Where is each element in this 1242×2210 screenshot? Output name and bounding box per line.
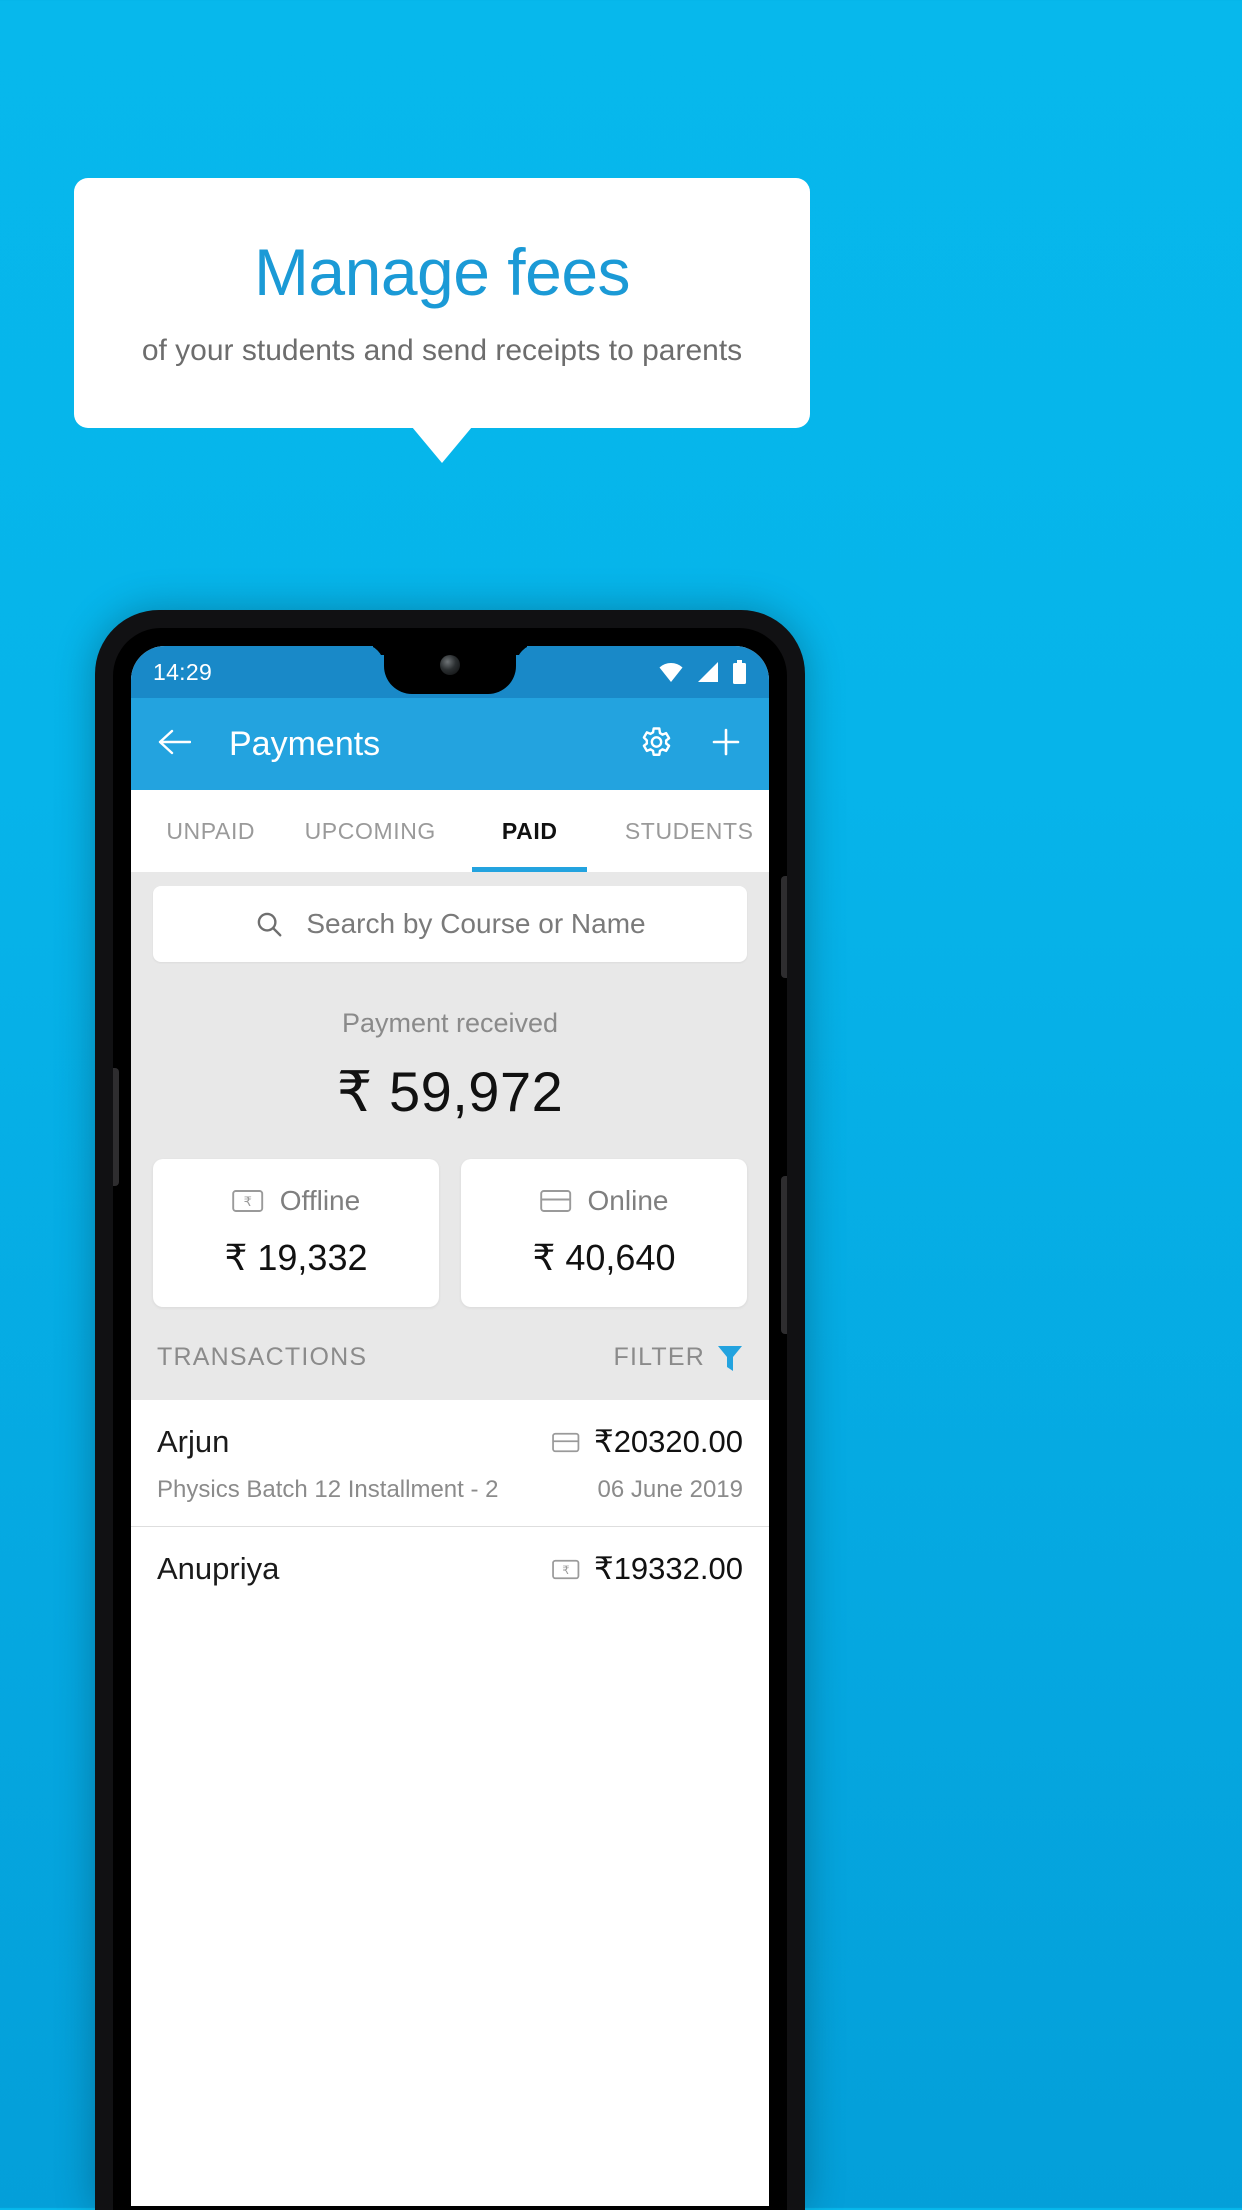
payment-summary: Payment received ₹ 59,972 bbox=[131, 962, 769, 1131]
payment-mode-cards: ₹ Offline ₹ 19,332 Online ₹ 40,640 bbox=[131, 1131, 769, 1307]
phone-button-left[interactable] bbox=[113, 1068, 119, 1186]
online-card-label: Online bbox=[587, 1185, 669, 1216]
phone-notch bbox=[384, 646, 516, 694]
transactions-label: TRANSACTIONS bbox=[157, 1343, 368, 1371]
status-time: 14:29 bbox=[153, 658, 213, 685]
phone-mockup: 14:29 Payments UNPAID UPCOMING PAID STUD… bbox=[95, 610, 805, 2210]
promo-subtitle: of your students and send receipts to pa… bbox=[141, 333, 743, 367]
svg-text:₹: ₹ bbox=[243, 1194, 251, 1209]
svg-text:₹: ₹ bbox=[562, 1564, 569, 1576]
filter-label: FILTER bbox=[613, 1343, 705, 1371]
tab-upcoming[interactable]: UPCOMING bbox=[291, 790, 451, 872]
wifi-icon bbox=[659, 663, 683, 682]
status-bar: 14:29 bbox=[131, 646, 769, 698]
credit-card-icon bbox=[539, 1190, 571, 1212]
offline-card-amount: ₹ 19,332 bbox=[224, 1237, 368, 1278]
transaction-amount: ₹19332.00 bbox=[593, 1551, 743, 1586]
offline-card-label: Offline bbox=[279, 1185, 361, 1216]
phone-body: 14:29 Payments UNPAID UPCOMING PAID STUD… bbox=[113, 628, 787, 2210]
transaction-amount-group: ₹20320.00 bbox=[552, 1424, 743, 1460]
search-input[interactable]: Search by Course or Name bbox=[153, 886, 747, 962]
tab-unpaid[interactable]: UNPAID bbox=[131, 790, 291, 872]
paid-tab-content: Search by Course or Name Payment receive… bbox=[131, 872, 769, 1400]
transactions-header: TRANSACTIONS FILTER bbox=[131, 1307, 769, 1398]
filter-button[interactable]: FILTER bbox=[614, 1343, 743, 1372]
app-bar: Payments bbox=[131, 698, 769, 790]
table-row[interactable]: Arjun ₹20320.00 Physics Batch 12 Install… bbox=[131, 1400, 769, 1526]
online-card-amount: ₹ 40,640 bbox=[532, 1237, 676, 1278]
transaction-date: 06 June 2019 bbox=[597, 1476, 743, 1503]
phone-button-volume[interactable] bbox=[781, 1176, 787, 1334]
transaction-student-name: Arjun bbox=[157, 1424, 230, 1459]
tab-students[interactable]: STUDENTS bbox=[610, 790, 770, 872]
search-section: Search by Course or Name bbox=[131, 872, 769, 962]
search-icon bbox=[258, 912, 282, 937]
phone-button-power[interactable] bbox=[781, 876, 787, 978]
table-row[interactable]: Anupriya ₹ ₹19332.00 bbox=[131, 1526, 769, 1609]
credit-card-icon bbox=[552, 1432, 580, 1452]
promo-title: Manage fees bbox=[253, 235, 631, 310]
gear-icon[interactable] bbox=[637, 724, 673, 765]
transaction-amount: ₹20320.00 bbox=[593, 1424, 743, 1459]
transaction-student-name: Anupriya bbox=[157, 1551, 280, 1586]
plus-icon[interactable] bbox=[709, 725, 743, 764]
transaction-description: Physics Batch 12 Installment - 2 bbox=[157, 1476, 499, 1503]
payment-received-amount: ₹ 59,972 bbox=[336, 1060, 564, 1123]
transaction-primary-line: Arjun ₹20320.00 bbox=[157, 1424, 743, 1460]
transaction-amount-group: ₹ ₹19332.00 bbox=[552, 1551, 743, 1587]
online-card[interactable]: Online ₹ 40,640 bbox=[461, 1159, 747, 1307]
offline-card-head: ₹ Offline bbox=[153, 1185, 439, 1217]
back-arrow-icon[interactable] bbox=[157, 727, 192, 762]
phone-screen: 14:29 Payments UNPAID UPCOMING PAID STUD… bbox=[131, 646, 769, 2206]
funnel-icon bbox=[718, 1345, 742, 1371]
rupee-note-icon: ₹ bbox=[552, 1559, 580, 1579]
online-card-head: Online bbox=[461, 1185, 747, 1217]
search-placeholder: Search by Course or Name bbox=[306, 908, 646, 939]
transactions-list: Arjun ₹20320.00 Physics Batch 12 Install… bbox=[131, 1400, 769, 1609]
payment-received-label: Payment received bbox=[341, 1008, 559, 1038]
signal-icon bbox=[698, 662, 718, 682]
battery-icon bbox=[733, 660, 746, 684]
app-bar-title: Payments bbox=[229, 724, 381, 763]
transaction-primary-line: Anupriya ₹ ₹19332.00 bbox=[157, 1551, 743, 1587]
promo-card-tail bbox=[412, 427, 472, 463]
rupee-note-icon: ₹ bbox=[232, 1190, 263, 1212]
transaction-secondary-line: Physics Batch 12 Installment - 2 06 June… bbox=[157, 1476, 743, 1504]
offline-card[interactable]: ₹ Offline ₹ 19,332 bbox=[153, 1159, 439, 1307]
promo-card: Manage fees of your students and send re… bbox=[74, 178, 810, 428]
tab-bar: UNPAID UPCOMING PAID STUDENTS bbox=[131, 790, 769, 872]
front-camera bbox=[440, 655, 460, 675]
tab-paid[interactable]: PAID bbox=[450, 790, 610, 872]
status-icons bbox=[658, 660, 747, 684]
